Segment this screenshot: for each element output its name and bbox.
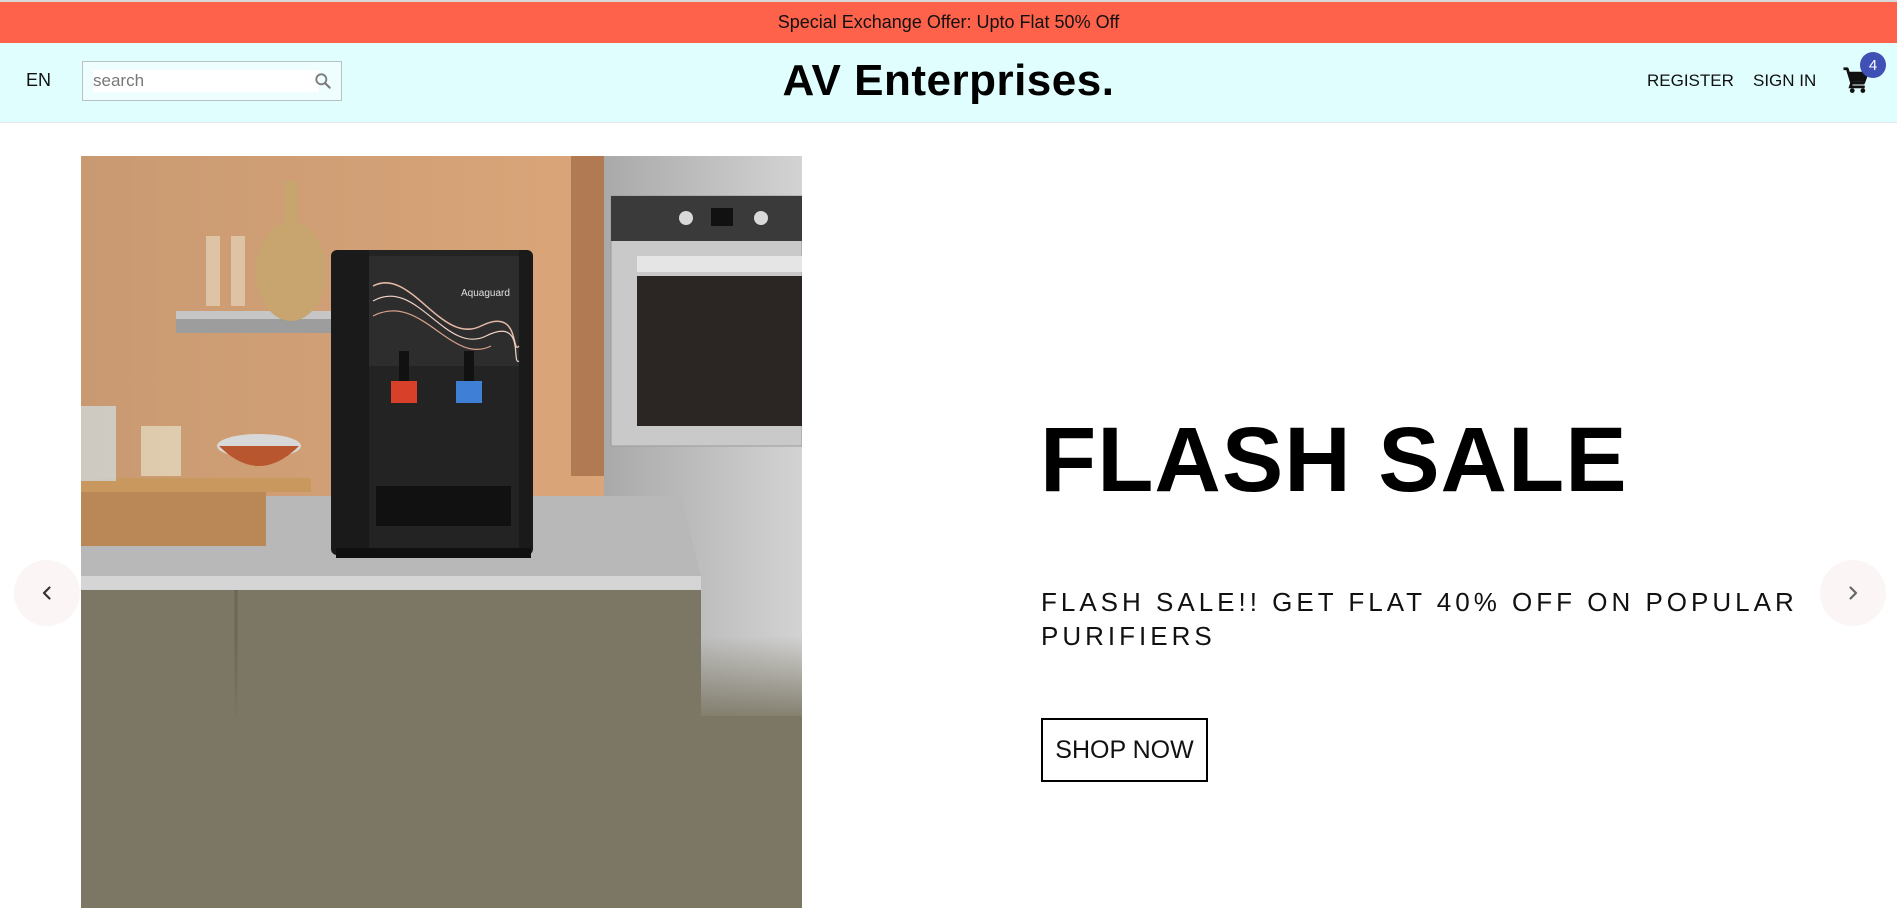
navbar: EN AV Enterprises. REGISTER SIGN IN 4 (0, 43, 1897, 123)
product-brand-text: Aquaguard (461, 288, 510, 299)
carousel-next-button[interactable] (1820, 560, 1886, 626)
chevron-left-icon (42, 586, 51, 600)
announcement-bar: Special Exchange Offer: Upto Flat 50% Of… (0, 0, 1897, 43)
site-logo[interactable]: AV Enterprises. (0, 56, 1897, 106)
hero-title: FLASH SALE (1040, 409, 1628, 511)
hero-description: FLASH SALE!! GET FLAT 40% OFF ON POPULAR… (1041, 587, 1798, 651)
sign-in-link[interactable]: SIGN IN (1753, 71, 1816, 91)
carousel-prev-button[interactable] (14, 560, 80, 626)
announcement-text: Special Exchange Offer: Upto Flat 50% Of… (777, 12, 1120, 32)
hero-product-image: Aquaguard (81, 156, 802, 908)
register-link[interactable]: REGISTER (1647, 71, 1734, 91)
cart-count-badge: 4 (1860, 52, 1886, 78)
chevron-right-icon (1849, 586, 1858, 600)
shop-now-button[interactable]: SHOP NOW (1041, 718, 1208, 782)
